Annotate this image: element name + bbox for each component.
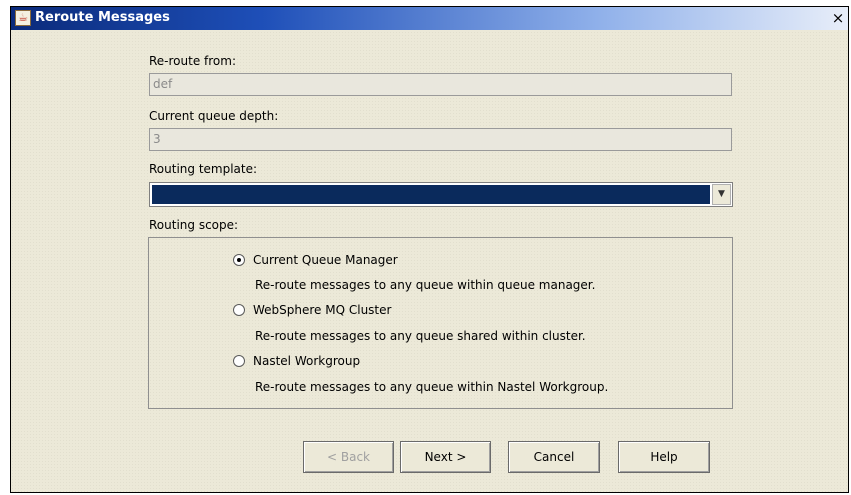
option-description: Re-route messages to any queue shared wi… (255, 329, 586, 343)
java-app-icon: ☕ (15, 10, 31, 26)
reroute-messages-dialog: ☕ Reroute Messages × Re-route from: def … (10, 6, 849, 493)
routing-template-selected-value[interactable] (152, 185, 710, 204)
radio-button-checked[interactable] (233, 254, 245, 266)
queue-depth-label: Current queue depth: (149, 109, 279, 123)
queue-depth-field: 3 (149, 128, 732, 151)
radio-label: Current Queue Manager (253, 253, 398, 267)
close-icon[interactable]: × (830, 10, 846, 26)
radio-nastel-workgroup[interactable]: Nastel Workgroup (233, 352, 360, 370)
reroute-from-field: def (149, 73, 732, 96)
radio-button[interactable] (233, 355, 245, 367)
back-button[interactable]: < Back (303, 441, 394, 473)
cancel-button[interactable]: Cancel (508, 441, 600, 473)
title-bar[interactable]: ☕ Reroute Messages × (11, 7, 848, 30)
option-description: Re-route messages to any queue within qu… (255, 278, 596, 292)
option-description: Re-route messages to any queue within Na… (255, 380, 609, 394)
radio-label: WebSphere MQ Cluster (253, 303, 392, 317)
routing-template-dropdown[interactable]: ▼ (149, 182, 733, 207)
next-button[interactable]: Next > (400, 441, 491, 473)
radio-websphere-mq-cluster[interactable]: WebSphere MQ Cluster (233, 301, 391, 319)
chevron-down-icon[interactable]: ▼ (712, 184, 731, 205)
radio-button[interactable] (233, 304, 245, 316)
radio-label: Nastel Workgroup (253, 354, 361, 368)
help-button[interactable]: Help (618, 441, 710, 473)
routing-scope-panel: Current Queue Manager Re-route messages … (148, 237, 733, 409)
window-title: Reroute Messages (35, 10, 170, 25)
radio-current-queue-manager[interactable]: Current Queue Manager (233, 251, 398, 269)
routing-scope-label: Routing scope: (149, 218, 239, 232)
routing-template-label: Routing template: (149, 162, 258, 176)
reroute-from-label: Re-route from: (149, 54, 236, 68)
